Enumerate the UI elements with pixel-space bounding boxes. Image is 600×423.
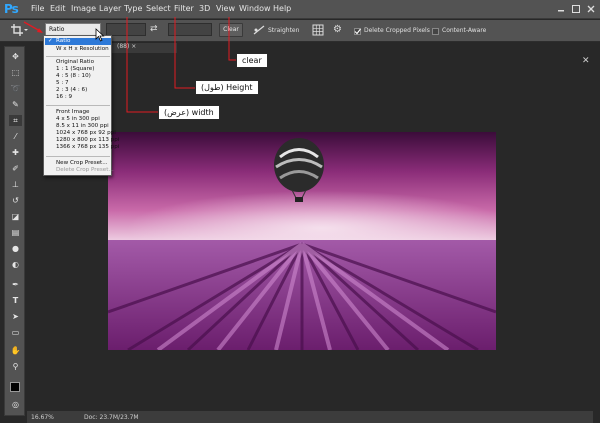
menu-view[interactable]: View xyxy=(216,4,235,13)
lasso-icon[interactable]: ➰ xyxy=(9,83,22,94)
menu-bar: Ps File Edit Image Layer Type Select Fil… xyxy=(0,0,600,19)
dropdown-item-front-image[interactable]: Front Image xyxy=(56,109,89,116)
eraser-icon[interactable]: ◪ xyxy=(9,211,22,222)
menu-type[interactable]: Type xyxy=(124,4,142,13)
clear-callout: clear xyxy=(236,53,268,68)
menu-help[interactable]: Help xyxy=(273,4,291,13)
dropdown-item-1-1[interactable]: 1 : 1 (Square) xyxy=(56,66,94,73)
dropdown-item-label: Ratio xyxy=(56,38,71,44)
hand-icon[interactable]: ✋ xyxy=(9,345,22,356)
foreground-color-swatch[interactable] xyxy=(10,382,20,392)
width-field[interactable] xyxy=(106,23,146,36)
document-tab[interactable]: (88) × xyxy=(107,43,177,53)
menu-separator xyxy=(46,56,110,57)
height-field[interactable] xyxy=(168,23,212,36)
straighten-icon[interactable] xyxy=(253,24,265,36)
dropdown-item-1024x768[interactable]: 1024 x 768 px 92 ppi xyxy=(56,130,116,137)
shape-icon[interactable]: ▭ xyxy=(9,327,22,338)
marquee-icon[interactable]: ⬚ xyxy=(9,67,22,78)
height-callout: (طول) Height xyxy=(195,80,259,95)
dropdown-item-1366x768[interactable]: 1366 x 768 px 135 ppi xyxy=(56,144,119,151)
type-icon[interactable]: T xyxy=(9,295,22,306)
menu-edit[interactable]: Edit xyxy=(50,4,66,13)
brush-icon[interactable]: ✐ xyxy=(9,163,22,174)
blur-icon[interactable]: ● xyxy=(9,243,22,254)
dropdown-item-4x5in[interactable]: 4 x 5 in 300 ppi xyxy=(56,116,100,123)
menu-image[interactable]: Image xyxy=(71,4,96,13)
healing-icon[interactable]: ✚ xyxy=(9,147,22,158)
dropdown-item-5-7[interactable]: 5 : 7 xyxy=(56,80,69,87)
gear-icon[interactable]: ⚙ xyxy=(333,24,345,36)
dodge-icon[interactable]: ◐ xyxy=(9,259,22,270)
menu-filter[interactable]: Filter xyxy=(174,4,194,13)
menu-3d[interactable]: 3D xyxy=(199,4,210,13)
dropdown-item-delete-preset: Delete Crop Preset... xyxy=(56,167,114,173)
menu-layer[interactable]: Layer xyxy=(99,4,121,13)
tools-panel: ✥ ⬚ ➰ ✎ ⌗ ⁄ ✚ ✐ ⊥ ↺ ◪ ▤ ● ◐ ✒ T ➤ ▭ ✋ ⚲ … xyxy=(4,46,25,416)
delete-cropped-label: Delete Cropped Pixels xyxy=(364,27,430,34)
crop-tool-preset-icon[interactable] xyxy=(10,23,28,37)
width-callout: (عرض) width xyxy=(158,105,220,120)
menu-separator xyxy=(46,156,110,157)
straighten-label: Straighten xyxy=(268,27,300,34)
zoom-level[interactable]: 16.67% xyxy=(31,414,54,421)
lavender-balloon-image xyxy=(108,132,496,350)
delete-cropped-checkbox[interactable] xyxy=(354,28,361,35)
minimize-icon[interactable] xyxy=(555,2,567,16)
maximize-icon[interactable] xyxy=(570,2,582,16)
dropdown-item-whr[interactable]: W x H x Resolution xyxy=(56,46,109,53)
dropdown-item-4-5[interactable]: 4 : 5 (8 : 10) xyxy=(56,73,91,80)
path-select-icon[interactable]: ➤ xyxy=(9,311,22,322)
dropdown-item-original-ratio[interactable]: Original Ratio xyxy=(56,59,94,66)
pen-icon[interactable]: ✒ xyxy=(9,279,22,290)
doc-size-info[interactable]: Doc: 23.7M/23.7M xyxy=(84,414,139,421)
eyedropper-icon[interactable]: ⁄ xyxy=(9,131,22,142)
gradient-icon[interactable]: ▤ xyxy=(9,227,22,238)
history-brush-icon[interactable]: ↺ xyxy=(9,195,22,206)
checkmark-icon: ✓ xyxy=(48,38,53,44)
content-aware-checkbox[interactable] xyxy=(432,28,439,35)
close-document-icon[interactable]: ✕ xyxy=(582,56,592,66)
photoshop-logo: Ps xyxy=(4,2,19,16)
close-window-icon[interactable] xyxy=(585,2,597,16)
menu-file[interactable]: File xyxy=(31,4,44,13)
menu-separator xyxy=(46,105,110,106)
overlay-grid-icon[interactable] xyxy=(312,24,324,36)
menu-window[interactable]: Window xyxy=(239,4,271,13)
ratio-dropdown-menu: ✓ Ratio W x H x Resolution Original Rati… xyxy=(43,35,119,176)
dropdown-item-new-preset[interactable]: New Crop Preset... xyxy=(56,160,108,167)
crop-icon[interactable]: ⌗ xyxy=(9,115,22,126)
dropdown-item-1280x800[interactable]: 1280 x 800 px 113 ppi xyxy=(56,137,119,144)
status-bar: 16.67% Doc: 23.7M/23.7M xyxy=(27,411,593,423)
mouse-cursor-icon xyxy=(95,28,105,42)
move-icon[interactable]: ✥ xyxy=(9,51,22,62)
content-aware-label: Content-Aware xyxy=(442,27,487,34)
quick-select-icon[interactable]: ✎ xyxy=(9,99,22,110)
menu-select[interactable]: Select xyxy=(146,4,171,13)
clone-stamp-icon[interactable]: ⊥ xyxy=(9,179,22,190)
dropdown-item-16-9[interactable]: 16 : 9 xyxy=(56,94,72,101)
zoom-icon[interactable]: ⚲ xyxy=(9,361,22,372)
dropdown-item-8-5x11in[interactable]: 8.5 x 11 in 300 ppi xyxy=(56,123,109,130)
dropdown-item-2-3[interactable]: 2 : 3 (4 : 6) xyxy=(56,87,87,94)
clear-button[interactable]: Clear xyxy=(219,23,243,37)
quick-mask-icon[interactable]: ◎ xyxy=(9,399,22,410)
swap-icon[interactable]: ⇄ xyxy=(150,24,162,36)
